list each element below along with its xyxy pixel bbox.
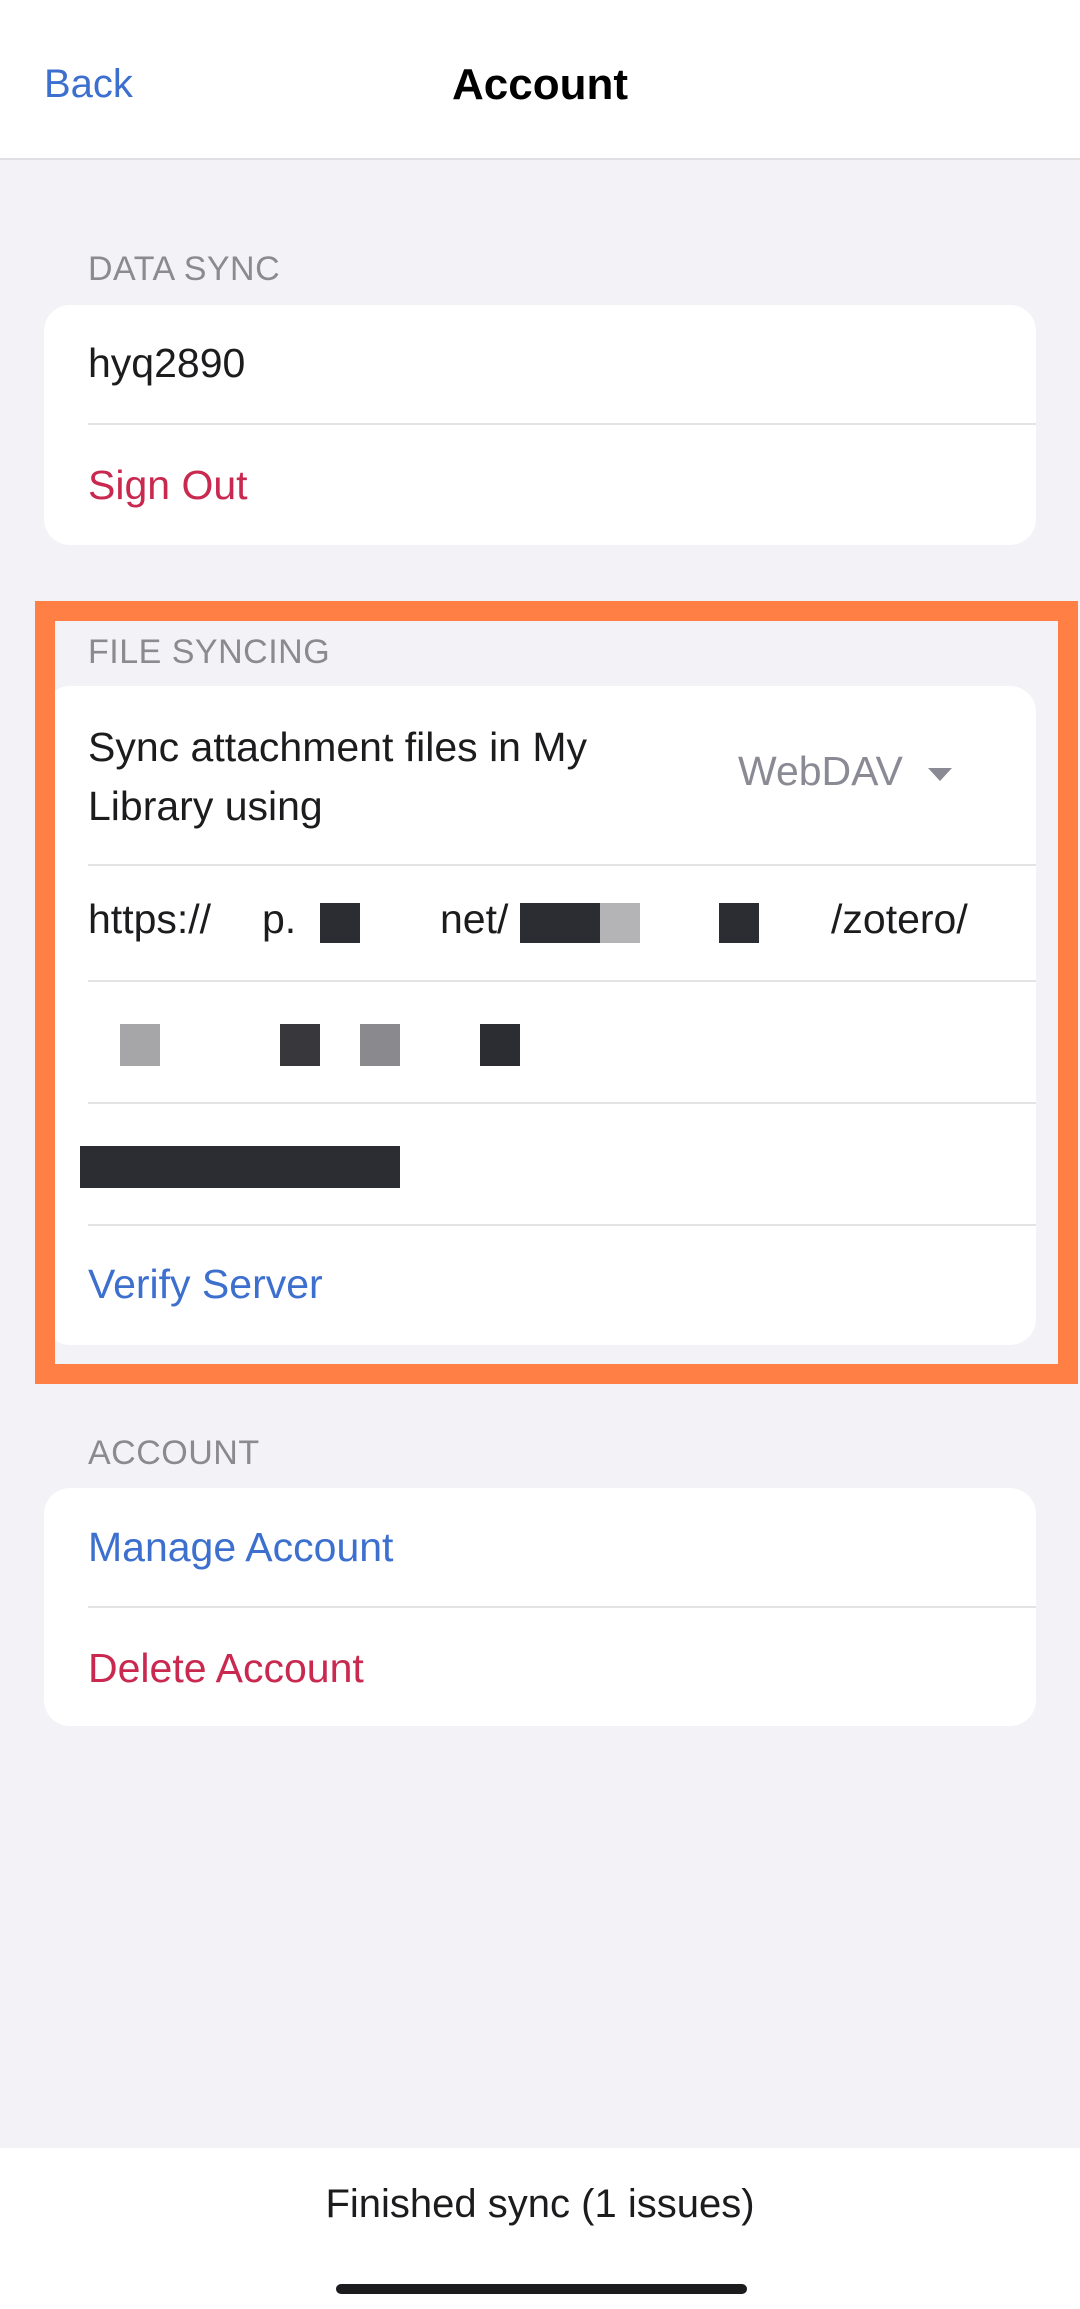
url-fragment: https://: [88, 896, 212, 942]
navigation-bar: Back Account: [0, 0, 1080, 160]
redaction: [280, 1024, 320, 1066]
redaction: [80, 1146, 400, 1188]
section-header-data-sync: DATA SYNC: [88, 250, 281, 288]
sync-method-value: WebDAV: [738, 748, 903, 794]
password-field[interactable]: [44, 1104, 1036, 1222]
divider: [88, 1606, 1036, 1608]
divider: [88, 864, 1036, 866]
url-field[interactable]: https:// p. net/ /zotero/: [44, 876, 1036, 976]
divider: [88, 423, 1036, 425]
redaction: [520, 903, 600, 943]
username-field[interactable]: [44, 982, 1036, 1100]
sign-out-button[interactable]: Sign Out: [88, 462, 248, 509]
home-indicator[interactable]: [336, 2284, 747, 2294]
file-syncing-card: Sync attachment files in My Library usin…: [44, 686, 1036, 1345]
redaction: [480, 1024, 520, 1066]
url-fragment: net/: [440, 896, 509, 942]
url-fragment: /zotero/: [831, 896, 968, 942]
section-header-file-syncing: FILE SYNCING: [88, 633, 331, 671]
dropdown-triangle-icon: [928, 767, 953, 781]
account-card: Manage Account Delete Account: [44, 1488, 1036, 1726]
redaction: [360, 1024, 400, 1066]
section-header-account: ACCOUNT: [88, 1434, 260, 1472]
page-title: Account: [452, 60, 628, 109]
verify-server-button[interactable]: Verify Server: [88, 1261, 323, 1308]
sync-status-text: Finished sync (1 issues): [325, 2182, 755, 2226]
data-sync-card: hyq2890 Sign Out: [44, 305, 1036, 545]
url-fragment: p.: [262, 896, 297, 942]
manage-account-button[interactable]: Manage Account: [88, 1524, 393, 1571]
redaction: [719, 903, 759, 943]
username: hyq2890: [88, 340, 246, 386]
redaction: [320, 903, 360, 943]
sync-method-label: Sync attachment files in My Library usin…: [88, 724, 588, 829]
divider: [88, 1224, 1036, 1226]
sync-method-dropdown[interactable]: WebDAV: [738, 748, 953, 795]
redaction: [120, 1024, 160, 1066]
delete-account-button[interactable]: Delete Account: [88, 1645, 364, 1692]
redaction: [600, 903, 640, 943]
